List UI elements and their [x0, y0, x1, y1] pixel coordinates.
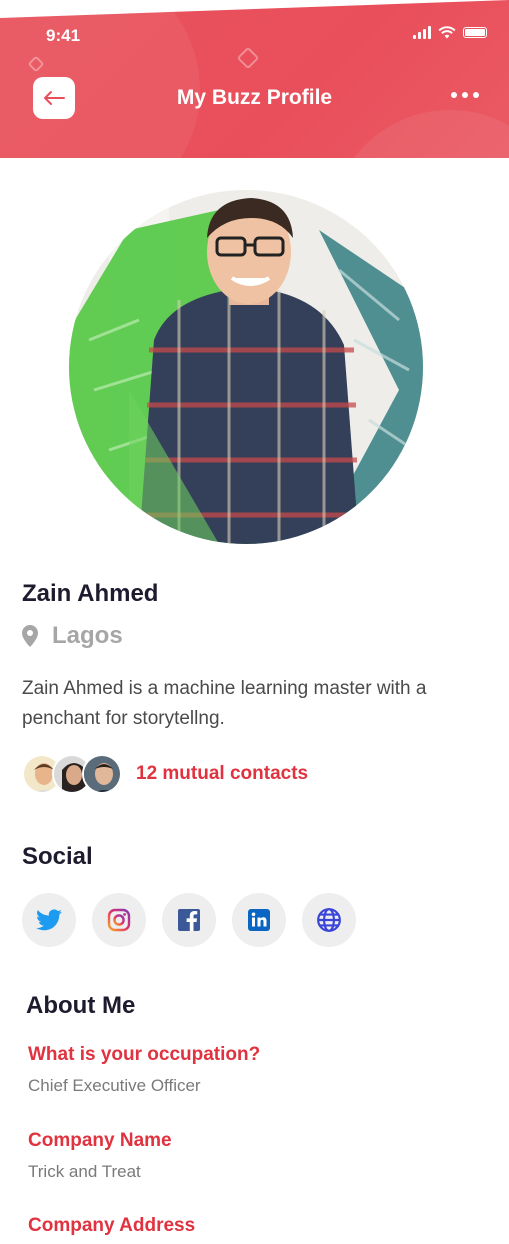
header-decor-circle	[0, 0, 200, 158]
status-icons	[413, 26, 487, 39]
about-question-company-address: Company Address	[28, 1215, 196, 1236]
battery-icon	[463, 27, 487, 38]
facebook-icon	[178, 909, 200, 931]
dot	[451, 92, 457, 98]
more-options-button[interactable]	[451, 92, 479, 98]
mutual-contacts-label: 12 mutual contacts	[136, 763, 309, 784]
about-heading: About Me	[26, 992, 136, 1019]
page-title: My Buzz Profile	[176, 86, 333, 109]
twitter-button[interactable]	[22, 893, 76, 947]
social-links	[22, 893, 356, 947]
facebook-button[interactable]	[162, 893, 216, 947]
wifi-icon	[438, 26, 456, 39]
twitter-icon	[36, 909, 62, 931]
signal-icon	[413, 26, 431, 39]
header-decor-diamond	[236, 46, 260, 70]
location-label: Lagos	[52, 622, 123, 649]
about-question-occupation: What is your occupation?	[28, 1044, 261, 1065]
header-bar: 9:41 My Buzz Profile	[0, 0, 509, 158]
linkedin-icon	[248, 909, 270, 931]
linkedin-button[interactable]	[232, 893, 286, 947]
mutual-avatar	[82, 754, 122, 794]
profile-photo-illustration	[69, 190, 423, 544]
social-heading: Social	[22, 843, 93, 870]
location-pin-icon	[22, 625, 38, 647]
instagram-icon	[107, 908, 131, 932]
profile-bio: Zain Ahmed is a machine learning master …	[22, 678, 427, 729]
instagram-button[interactable]	[92, 893, 146, 947]
dot	[473, 92, 479, 98]
profile-location: Lagos	[22, 622, 123, 650]
about-question-company-name: Company Name	[28, 1130, 172, 1151]
profile-photo	[69, 190, 423, 544]
dot	[462, 92, 468, 98]
mutual-contacts[interactable]: 12 mutual contacts	[22, 754, 308, 794]
header-decor-circle	[330, 110, 509, 158]
website-button[interactable]	[302, 893, 356, 947]
status-time: 9:41	[46, 26, 81, 45]
about-answer-company-name: Trick and Treat	[28, 1162, 141, 1181]
globe-icon	[317, 908, 341, 932]
profile-name: Zain Ahmed	[22, 580, 159, 607]
about-answer-occupation: Chief Executive Officer	[28, 1076, 201, 1095]
